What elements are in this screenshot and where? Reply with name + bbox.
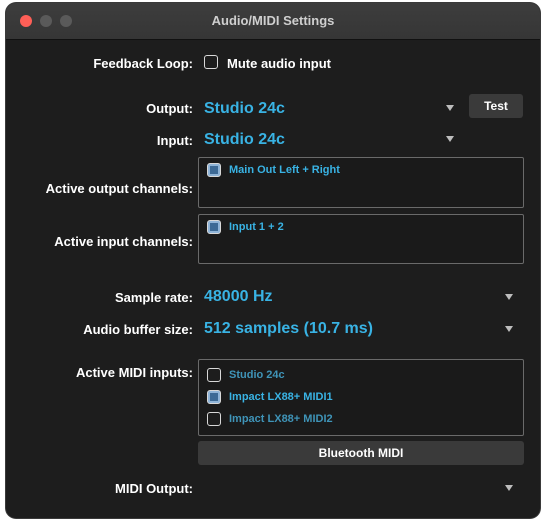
input-label: Input:	[156, 133, 193, 148]
active-output-channels-label: Active output channels:	[45, 181, 193, 196]
mute-audio-input-label[interactable]: Mute audio input	[227, 56, 331, 71]
feedback-loop-label: Feedback Loop:	[93, 56, 193, 71]
audio-buffer-size-label: Audio buffer size:	[83, 322, 193, 337]
main-out-checkbox[interactable]	[207, 163, 221, 177]
input-device-value: Studio 24c	[204, 131, 285, 148]
audio-midi-settings-window: Audio/MIDI Settings Feedback Loop: Mute …	[6, 3, 540, 518]
sample-rate-value: 48000 Hz	[204, 288, 273, 305]
list-item[interactable]: Main Out Left + Right	[199, 158, 523, 180]
input-1-2-label: Input 1 + 2	[229, 221, 284, 233]
midi-lx88-midi2-label: Impact LX88+ MIDI2	[229, 413, 333, 425]
list-item[interactable]: Input 1 + 2	[199, 215, 523, 237]
chevron-down-icon	[446, 105, 454, 111]
title-bar[interactable]: Audio/MIDI Settings	[6, 3, 540, 40]
audio-buffer-size-select[interactable]: 512 samples (10.7 ms)	[200, 314, 526, 344]
midi-lx88-midi1-checkbox[interactable]	[207, 390, 221, 404]
midi-studio-24c-checkbox[interactable]	[207, 368, 221, 382]
bluetooth-midi-button[interactable]: Bluetooth MIDI	[198, 441, 524, 465]
mute-audio-input-checkbox[interactable]	[204, 55, 218, 69]
test-output-button[interactable]: Test	[469, 94, 523, 118]
active-midi-inputs-label: Active MIDI inputs:	[75, 365, 193, 380]
input-device-select[interactable]: Studio 24c	[200, 125, 460, 155]
midi-lx88-midi2-checkbox[interactable]	[207, 412, 221, 426]
list-item[interactable]: Impact LX88+ MIDI1	[199, 386, 523, 408]
list-item[interactable]: Impact LX88+ MIDI2	[199, 408, 523, 430]
output-device-select[interactable]: Studio 24c	[200, 93, 460, 123]
midi-output-select[interactable]	[200, 473, 526, 503]
active-input-channels-list[interactable]: Input 1 + 2	[198, 214, 524, 264]
list-item[interactable]: Studio 24c	[199, 364, 523, 386]
chevron-down-icon	[505, 326, 513, 332]
sample-rate-select[interactable]: 48000 Hz	[200, 282, 526, 312]
chevron-down-icon	[505, 294, 513, 300]
active-output-channels-list[interactable]: Main Out Left + Right	[198, 157, 524, 208]
sample-rate-label: Sample rate:	[114, 290, 193, 305]
main-out-label: Main Out Left + Right	[229, 164, 340, 176]
audio-buffer-size-value: 512 samples (10.7 ms)	[204, 320, 373, 337]
midi-output-label: MIDI Output:	[115, 481, 193, 496]
output-device-value: Studio 24c	[204, 100, 285, 117]
output-label: Output:	[146, 101, 193, 116]
midi-studio-24c-label: Studio 24c	[229, 369, 285, 381]
midi-lx88-midi1-label: Impact LX88+ MIDI1	[229, 391, 333, 403]
chevron-down-icon	[446, 136, 454, 142]
active-midi-inputs-list[interactable]: Studio 24c Impact LX88+ MIDI1 Impact LX8…	[198, 359, 524, 436]
active-input-channels-label: Active input channels:	[54, 234, 193, 249]
input-1-2-checkbox[interactable]	[207, 220, 221, 234]
chevron-down-icon	[505, 485, 513, 491]
window-title: Audio/MIDI Settings	[211, 13, 335, 28]
